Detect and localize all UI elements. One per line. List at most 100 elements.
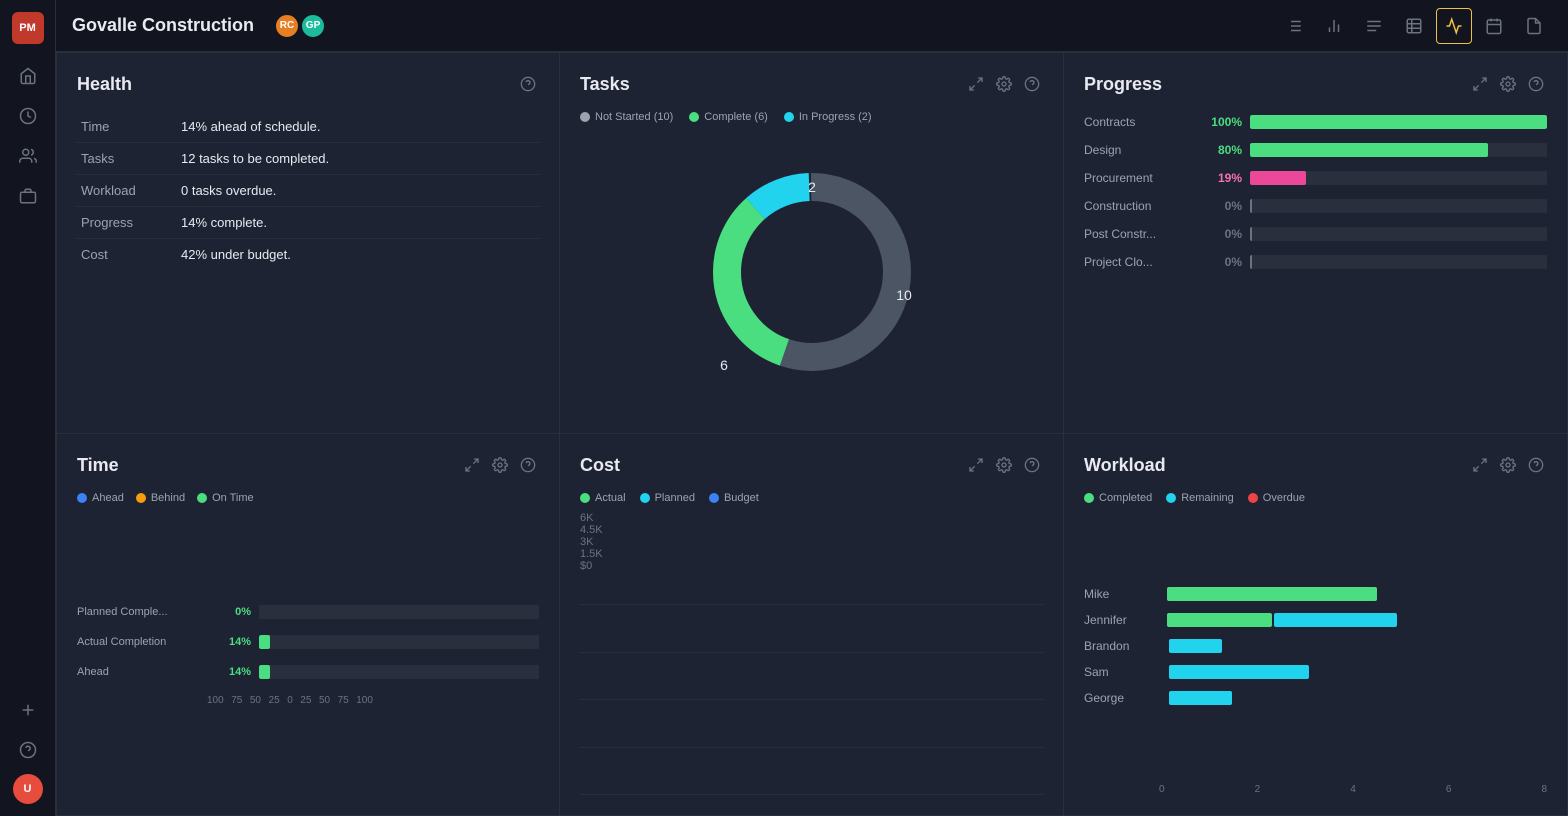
workload-legend-item: Overdue	[1248, 492, 1305, 504]
legend-dot	[136, 493, 146, 503]
sidebar-item-add[interactable]	[12, 694, 44, 726]
file-button[interactable]	[1516, 8, 1552, 44]
cost-expand-icon[interactable]	[965, 454, 987, 476]
progress-header: Progress	[1084, 73, 1547, 95]
legend-dot	[1248, 493, 1258, 503]
progress-bar-bg	[1250, 171, 1547, 185]
cost-panel: Cost ActualPlannedBudget 6K	[560, 434, 1064, 816]
progress-bar-empty	[1250, 255, 1252, 269]
workload-axis: 0 2 4 6 8	[1084, 784, 1547, 795]
workload-gear-icon[interactable]	[1497, 454, 1519, 476]
progress-row: Procurement 19%	[1084, 171, 1547, 185]
workload-bars	[1167, 691, 1547, 705]
user-avatar[interactable]: U	[13, 774, 43, 804]
workload-chart: Mike Jennifer Brandon Sam George 0 2 4 6…	[1084, 516, 1547, 795]
progress-row: Project Clo... 0%	[1084, 255, 1547, 269]
progress-help-icon[interactable]	[1525, 73, 1547, 95]
time-panel-icons	[461, 454, 539, 476]
avatar-rc: RC	[274, 13, 300, 39]
time-row: Planned Comple... 0%	[77, 605, 539, 619]
pulse-button[interactable]	[1436, 8, 1472, 44]
avatar-gp: GP	[300, 13, 326, 39]
table-button[interactable]	[1396, 8, 1432, 44]
workload-row: Sam	[1084, 665, 1547, 679]
health-title: Health	[77, 74, 132, 95]
progress-bar-bg	[1250, 199, 1547, 213]
workload-remaining-bar	[1274, 613, 1397, 627]
progress-bar-empty	[1250, 227, 1252, 241]
workload-legend-item: Completed	[1084, 492, 1152, 504]
health-row: Progress14% complete.	[77, 207, 539, 239]
list-view-button[interactable]	[1276, 8, 1312, 44]
progress-bar-fill	[1250, 171, 1306, 185]
workload-remaining-bar	[1169, 691, 1232, 705]
sidebar-item-users[interactable]	[12, 140, 44, 172]
workload-legend-item: Remaining	[1166, 492, 1234, 504]
health-row: Workload0 tasks overdue.	[77, 175, 539, 207]
cost-y-axis: 6K 4.5K 3K 1.5K $0	[580, 512, 616, 592]
workload-bars	[1167, 613, 1547, 627]
tasks-gear-icon[interactable]	[993, 73, 1015, 95]
app-logo[interactable]: PM	[12, 12, 44, 44]
time-gear-icon[interactable]	[489, 454, 511, 476]
cost-header: Cost	[580, 454, 1043, 476]
tasks-legend-item: Complete (6)	[689, 111, 768, 123]
align-button[interactable]	[1356, 8, 1392, 44]
progress-row: Contracts 100%	[1084, 115, 1547, 129]
svg-text:6: 6	[720, 357, 728, 373]
workload-header: Workload	[1084, 454, 1547, 476]
progress-panel: Progress Contracts 100% Design 80%	[1064, 52, 1568, 434]
page-title: Govalle Construction	[72, 15, 254, 36]
workload-bars	[1167, 639, 1547, 653]
time-help-icon[interactable]	[517, 454, 539, 476]
workload-row: Brandon	[1084, 639, 1547, 653]
svg-text:10: 10	[896, 287, 912, 303]
health-row: Time14% ahead of schedule.	[77, 111, 539, 143]
workload-bars	[1167, 665, 1547, 679]
progress-rows: Contracts 100% Design 80% Procurement 19…	[1084, 115, 1547, 269]
workload-row: Jennifer	[1084, 613, 1547, 627]
progress-row: Construction 0%	[1084, 199, 1547, 213]
workload-panel-icons	[1469, 454, 1547, 476]
workload-help-icon[interactable]	[1525, 454, 1547, 476]
workload-title: Workload	[1084, 455, 1166, 476]
topbar: Govalle Construction RC GP	[56, 0, 1568, 52]
health-help-icon[interactable]	[517, 73, 539, 95]
progress-bar-fill	[1250, 115, 1547, 129]
legend-dot	[640, 493, 650, 503]
legend-dot	[197, 493, 207, 503]
cost-gear-icon[interactable]	[993, 454, 1015, 476]
bar-chart-button[interactable]	[1316, 8, 1352, 44]
time-panel: Time AheadBehindOn Time Planned Comple..…	[56, 434, 560, 816]
tasks-title: Tasks	[580, 74, 630, 95]
sidebar-item-help[interactable]	[12, 734, 44, 766]
donut-svg: 2 10 6	[692, 152, 932, 392]
cost-title: Cost	[580, 455, 620, 476]
sidebar-item-home[interactable]	[12, 60, 44, 92]
time-row: Ahead 14%	[77, 665, 539, 679]
sidebar-item-briefcase[interactable]	[12, 180, 44, 212]
sidebar: PM U	[0, 0, 56, 816]
workload-completed-bar	[1167, 587, 1377, 601]
time-expand-icon[interactable]	[461, 454, 483, 476]
time-bar-bg	[259, 605, 539, 619]
time-bar-fill	[259, 635, 270, 649]
progress-bar-bg	[1250, 255, 1547, 269]
tasks-expand-icon[interactable]	[965, 73, 987, 95]
workload-expand-icon[interactable]	[1469, 454, 1491, 476]
tasks-panel-icons	[965, 73, 1043, 95]
sidebar-item-clock[interactable]	[12, 100, 44, 132]
progress-title: Progress	[1084, 74, 1162, 95]
progress-row: Design 80%	[1084, 143, 1547, 157]
legend-dot	[580, 493, 590, 503]
cost-help-icon[interactable]	[1021, 454, 1043, 476]
tasks-help-icon[interactable]	[1021, 73, 1043, 95]
legend-dot	[689, 112, 699, 122]
health-row: Tasks12 tasks to be completed.	[77, 143, 539, 175]
topbar-avatars: RC GP	[274, 13, 326, 39]
calendar-button[interactable]	[1476, 8, 1512, 44]
progress-gear-icon[interactable]	[1497, 73, 1519, 95]
cost-chart: 6K 4.5K 3K 1.5K $0	[580, 512, 1043, 795]
progress-expand-icon[interactable]	[1469, 73, 1491, 95]
cost-legend: ActualPlannedBudget	[580, 492, 1043, 504]
